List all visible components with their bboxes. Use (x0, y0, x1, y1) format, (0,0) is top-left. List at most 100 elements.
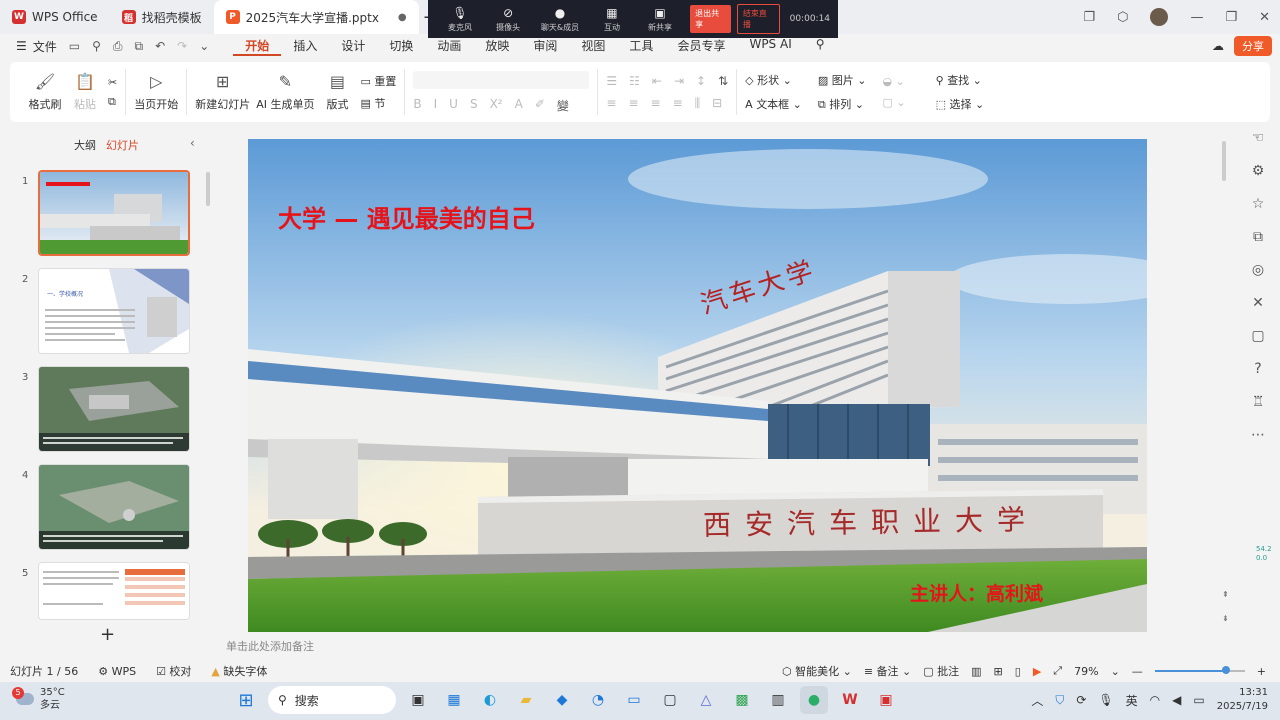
more-icon[interactable]: ⋯ (1251, 427, 1265, 443)
link-icon[interactable]: ⚲ (92, 39, 101, 53)
fit-window-icon[interactable]: ⤢ (1053, 664, 1062, 678)
scrollbar-thumb[interactable] (1222, 141, 1226, 181)
play-from-current-button[interactable]: ▷ 当页开始 (134, 72, 178, 112)
numbering-icon[interactable]: ☷ (629, 74, 640, 88)
superscript-icon[interactable]: X² (490, 97, 503, 114)
tab-outline[interactable]: 大纲 (74, 137, 96, 153)
bullets-icon[interactable]: ☰ (606, 74, 617, 88)
ai-single-page-button[interactable]: ✎ AI 生成单页 (256, 72, 314, 112)
clock[interactable]: 13:31 2025/7/19 (1217, 686, 1268, 714)
print-icon[interactable]: ⎙ (113, 39, 123, 54)
wifi-icon[interactable]: ◠ (1150, 693, 1160, 707)
tab-close-icon[interactable]: ● (398, 12, 407, 23)
align-center-icon[interactable]: ≡ (628, 96, 638, 111)
redo-icon[interactable]: ↷ (177, 39, 187, 53)
sync-icon[interactable]: ⟳ (1076, 693, 1086, 707)
tab-animation[interactable]: 动画 (425, 37, 473, 56)
input-method[interactable]: 英 (1126, 692, 1138, 709)
slide-canvas[interactable]: 汽车大学 西安汽车职业大学 大学 — 遇见最美的自己 主讲人：高利斌 (248, 139, 1147, 632)
undo-icon[interactable]: ↶ (155, 39, 165, 53)
font-color-icon[interactable]: A (515, 97, 523, 114)
volume-icon[interactable]: ◀ (1172, 693, 1181, 707)
animation-icon[interactable]: ◎ (1252, 262, 1264, 278)
add-slide-button[interactable]: + (100, 624, 115, 645)
shield-icon[interactable]: ⛉ (1055, 693, 1064, 708)
weather-widget[interactable]: 5 35°C 多云 (12, 686, 65, 712)
tab-template[interactable]: 稻 找稻壳模板 (110, 0, 214, 34)
lark-icon[interactable]: ◔ (584, 686, 612, 714)
feishu-icon[interactable]: ◆ (548, 686, 576, 714)
collapse-panel-icon[interactable]: ‹ (190, 136, 195, 150)
windows-start-icon[interactable]: ⊞ (232, 686, 260, 714)
tray-chevron-icon[interactable]: ︿ (1031, 692, 1043, 709)
search-icon[interactable]: ⚲ (804, 37, 837, 56)
decrease-indent-icon[interactable]: ⇤ (652, 74, 662, 88)
reset-button[interactable]: ▭ 重置 (360, 73, 396, 89)
zoom-out-icon[interactable]: — (1132, 665, 1143, 678)
panel-scrollbar[interactable] (206, 172, 210, 206)
maximize-icon[interactable]: ❐ (1225, 10, 1237, 25)
green-app-icon[interactable]: ▩ (728, 686, 756, 714)
adjust-icon[interactable]: ⚙ (1252, 163, 1265, 179)
page-icon[interactable]: ▢ (1251, 328, 1264, 344)
align-right-icon[interactable]: ≡ (651, 96, 661, 111)
drawing-app-icon[interactable]: △ (692, 686, 720, 714)
hand-icon[interactable]: ☜ (1252, 130, 1265, 146)
notes-input[interactable]: 单击此处添加备注 (226, 638, 314, 654)
slide-thumbnail-3[interactable] (38, 366, 190, 452)
hamburger-icon[interactable]: ☰ (16, 39, 27, 53)
select-button[interactable]: ⬚ 选择 ⌄ (936, 96, 985, 112)
zoom-slider[interactable] (1154, 666, 1245, 674)
shirt-icon[interactable]: ♖ (1252, 394, 1265, 410)
share-button[interactable]: 分享 (1234, 36, 1272, 56)
slide-scrollbar[interactable] (1222, 139, 1228, 632)
picture-button[interactable]: ▨ 图片 ⌄ (818, 72, 867, 88)
find-button[interactable]: ⚲ 查找 ⌄ (936, 72, 985, 88)
slide-thumbnail-4[interactable] (38, 464, 190, 550)
tab-insert[interactable]: 插入 (281, 37, 329, 56)
end-live-button[interactable]: 结束直播 (736, 4, 780, 34)
strikethrough-icon[interactable]: S (470, 97, 478, 114)
preview-icon[interactable]: ⧉ (135, 39, 144, 54)
tab-review[interactable]: 审阅 (521, 37, 569, 56)
shape-button[interactable]: ◇ 形状 ⌄ (745, 72, 802, 88)
slide-presenter[interactable]: 主讲人：高利斌 (910, 579, 1043, 606)
remote-icon[interactable]: ▥ (764, 686, 792, 714)
line-spacing-icon[interactable]: ↕ (696, 74, 706, 88)
tab-design[interactable]: 设计 (329, 37, 377, 56)
align-text-icon[interactable]: ⊟ (712, 96, 722, 111)
meeting-share-button[interactable]: ▣ 新共享 (636, 6, 684, 33)
copy-icon[interactable]: ⧉ (108, 95, 117, 109)
star-icon[interactable]: ☆ (1252, 196, 1265, 212)
reading-view-icon[interactable]: ▯ (1015, 665, 1021, 678)
bold-icon[interactable]: B (413, 97, 421, 114)
minimize-icon[interactable]: — (1190, 10, 1203, 25)
zoom-knob[interactable] (1221, 666, 1230, 674)
highlight-icon[interactable]: ✐ (535, 97, 545, 114)
font-name-select[interactable] (413, 70, 590, 89)
wps-taskbar-icon[interactable]: W (836, 686, 864, 714)
justify-icon[interactable]: ≡ (673, 96, 683, 111)
cloud-upload-icon[interactable]: ☁ (1212, 39, 1224, 53)
file-menu[interactable]: 文件 (33, 38, 57, 55)
tools-icon[interactable]: ✕ (1252, 295, 1264, 311)
section-button[interactable]: ▤ 节 (360, 95, 396, 111)
monitor-icon[interactable]: ▢ (656, 686, 684, 714)
zoom-value[interactable]: 79% (1074, 665, 1098, 678)
tab-member[interactable]: 会员专享 (665, 37, 737, 56)
tab-transition[interactable]: 切换 (377, 37, 425, 56)
proof-button[interactable]: ☑ 校对 (146, 663, 201, 679)
format-brush-button[interactable]: 🖌 格式刷 (28, 72, 62, 112)
next-slide-icon[interactable]: ⇟ (1222, 614, 1229, 623)
tab-pptx[interactable]: P 2025汽车大学宣播.pptx ● (213, 0, 419, 34)
meeting-camera-button[interactable]: ⊘ 摄像头 (484, 6, 532, 33)
normal-view-icon[interactable]: ▥ (971, 665, 981, 678)
paste-button[interactable]: 📋 粘贴 (68, 72, 102, 112)
microphone-icon[interactable]: 🎙 (1098, 693, 1113, 707)
restore-layout-icon[interactable]: ❐ (1083, 10, 1095, 25)
edge-icon[interactable]: ◐ (476, 686, 504, 714)
stop-share-button[interactable]: 退出共享 (690, 5, 731, 33)
copy-slide-icon[interactable]: ⧉ (1253, 229, 1263, 245)
align-left-icon[interactable]: ≡ (606, 96, 616, 111)
wps-status-button[interactable]: ⚙ WPS (88, 665, 146, 678)
